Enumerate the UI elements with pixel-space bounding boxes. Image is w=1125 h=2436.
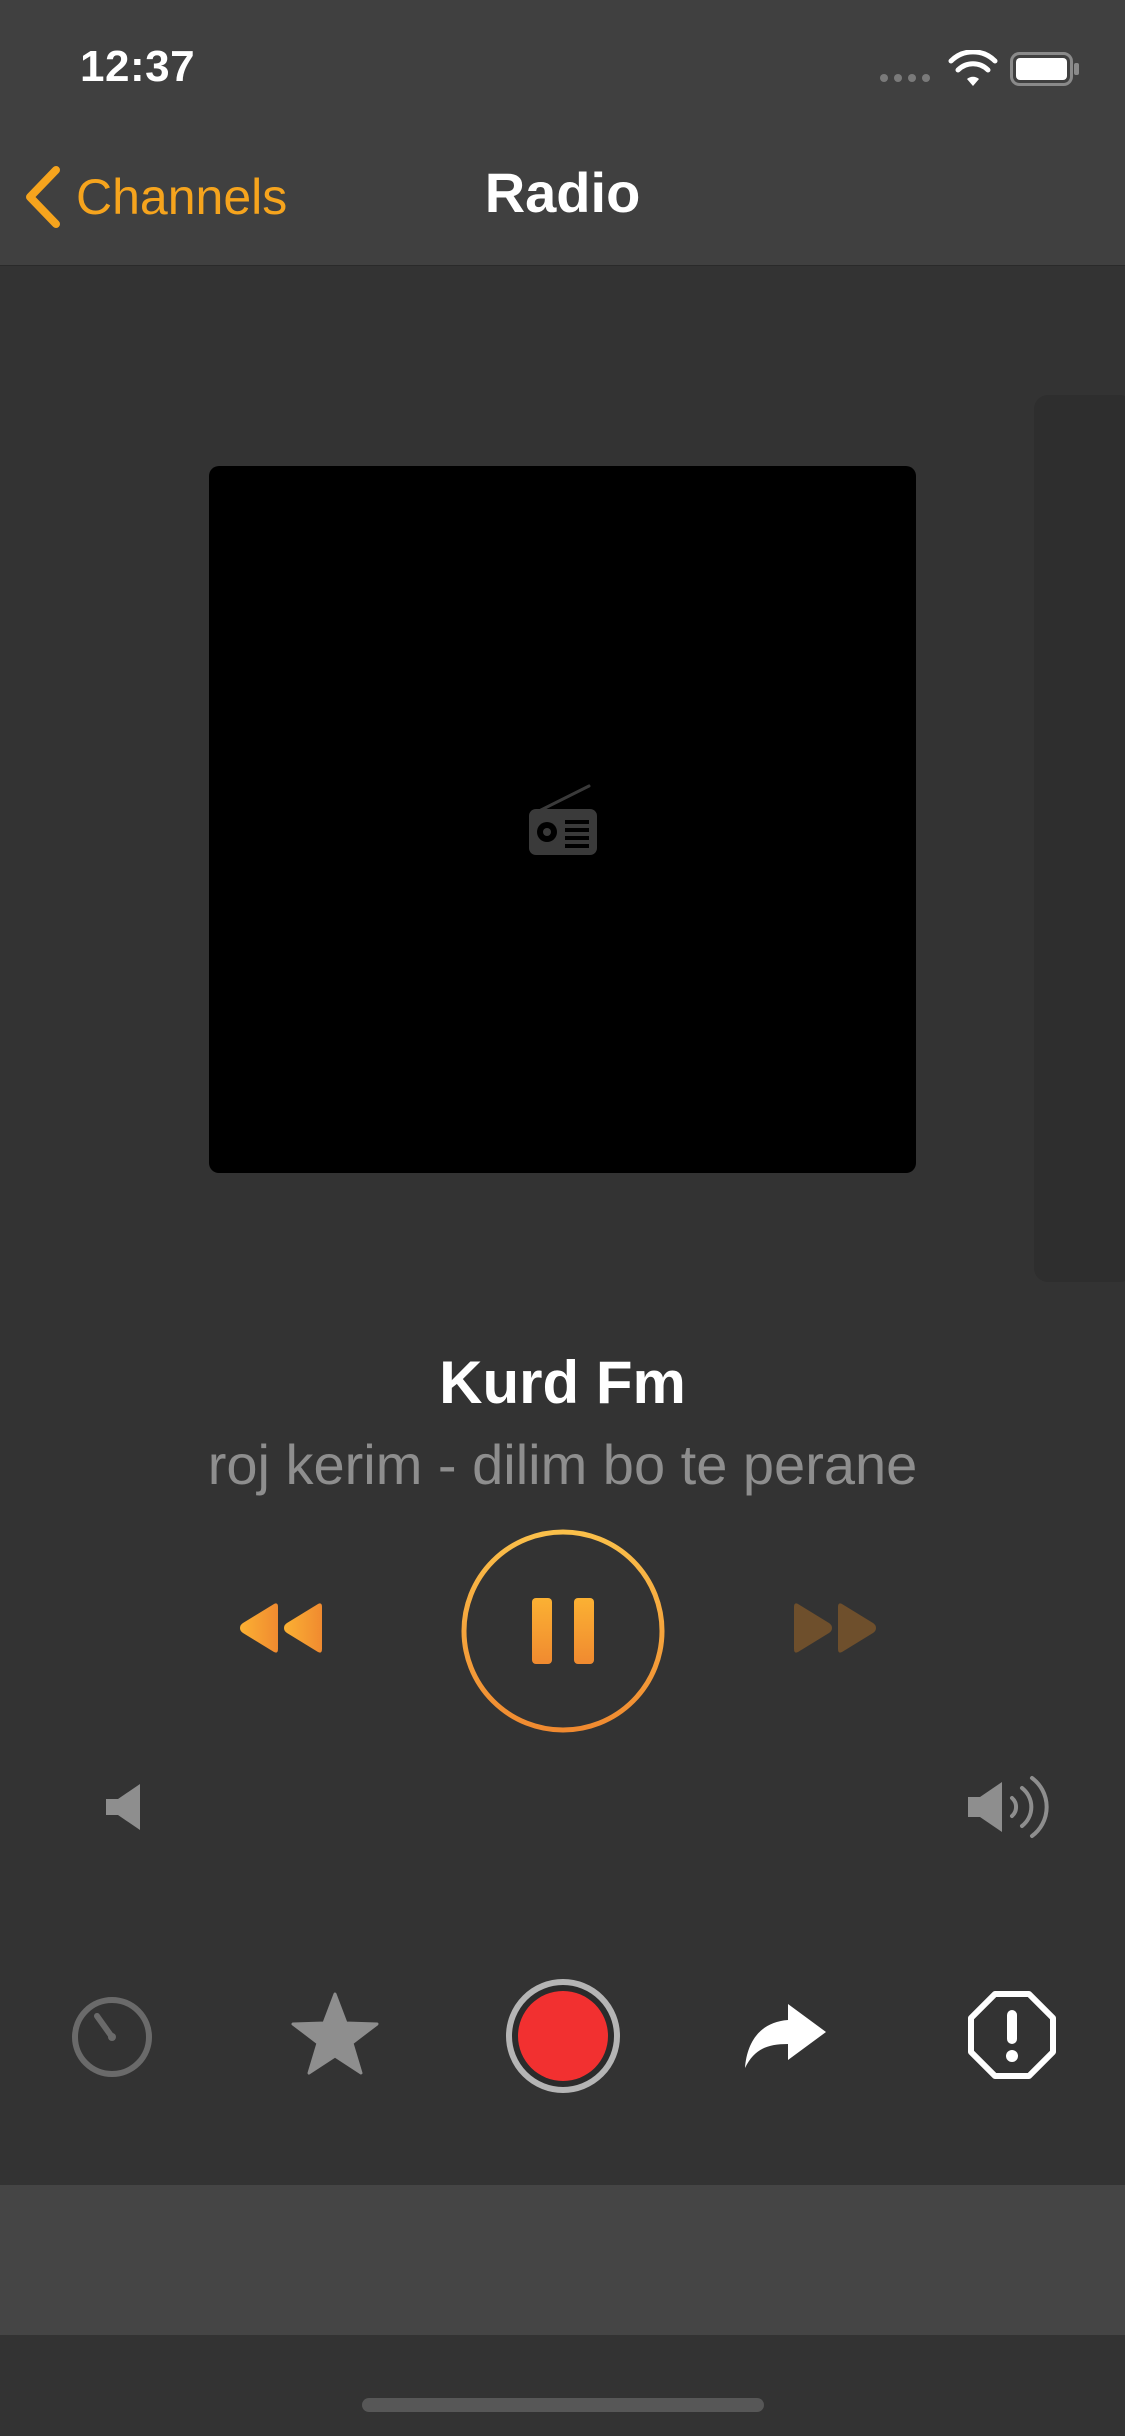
fast-forward-button[interactable] [786, 1600, 880, 1656]
star-icon [291, 1992, 379, 2075]
speaker-high-icon [968, 1776, 1049, 1838]
report-icon [968, 1991, 1056, 2079]
rewind-button[interactable] [236, 1600, 330, 1656]
share-button[interactable] [740, 1990, 830, 2080]
cellular-signal-icon [880, 74, 932, 82]
fast-forward-icon [794, 1603, 876, 1653]
share-icon [745, 2004, 826, 2068]
record-button[interactable] [505, 1978, 621, 2094]
status-time: 12:37 [80, 42, 196, 91]
station-artwork [209, 466, 916, 1173]
page-title: Radio [484, 161, 641, 224]
rewind-icon [240, 1603, 322, 1653]
mini-bar [0, 2185, 1125, 2335]
track-title: roj kerim - dilim bo te perane [207, 1433, 918, 1496]
station-name: Kurd Fm [439, 1349, 686, 1416]
report-button[interactable] [967, 1990, 1057, 2080]
speaker-low-icon [106, 1784, 140, 1830]
pause-icon [532, 1598, 594, 1664]
sleep-timer-icon [72, 1997, 152, 2077]
battery-icon [1010, 52, 1079, 86]
wifi-icon [948, 50, 998, 86]
radio-icon [528, 784, 597, 855]
play-pause-button[interactable] [460, 1528, 666, 1734]
record-icon [506, 1979, 620, 2093]
home-indicator[interactable] [362, 2398, 764, 2412]
favorite-button[interactable] [290, 1990, 380, 2080]
sleep-timer-button[interactable] [67, 1990, 157, 2080]
next-artwork-card[interactable] [1034, 395, 1125, 1282]
